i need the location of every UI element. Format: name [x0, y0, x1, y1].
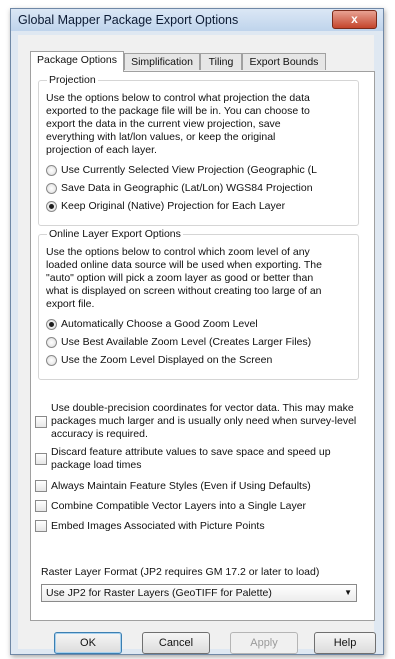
dialog-client-area: Package Options Simplification Tiling Ex…	[18, 35, 376, 654]
projection-desc-line: everything with lat/lon values, or keep …	[46, 131, 276, 143]
projection-desc-line: exported to the package file will be in.…	[46, 105, 310, 117]
projection-description: Use the options below to control what pr…	[46, 92, 358, 157]
projection-desc-line: Use the options below to control what pr…	[46, 92, 310, 104]
radio-auto-zoom[interactable]: Automatically Choose a Good Zoom Level	[46, 318, 258, 330]
checkbox-combine-layers[interactable]: Combine Compatible Vector Layers into a …	[35, 500, 357, 513]
title-bar[interactable]: Global Mapper Package Export Options x	[11, 9, 383, 31]
checkbox-label: Always Maintain Feature Styles (Even if …	[51, 480, 311, 492]
online-desc-line: loaded online data source will be used w…	[46, 259, 322, 271]
checkbox-label: Combine Compatible Vector Layers into a …	[51, 500, 307, 512]
ok-button[interactable]: OK	[54, 632, 122, 654]
projection-desc-line: export the data in the current view proj…	[46, 118, 281, 130]
radio-screen-zoom[interactable]: Use the Zoom Level Displayed on the Scre…	[46, 354, 272, 366]
radio-native-projection[interactable]: Keep Original (Native) Projection for Ea…	[46, 200, 285, 212]
checkbox[interactable]	[35, 520, 47, 532]
close-icon: x	[351, 12, 358, 26]
checkbox[interactable]	[35, 453, 47, 465]
tab-package-options[interactable]: Package Options	[30, 51, 124, 72]
package-options-panel: Projection Use the options below to cont…	[30, 71, 375, 621]
radio-button[interactable]	[46, 183, 57, 194]
checkbox-discard-attributes[interactable]: Discard feature attribute values to save…	[35, 446, 357, 472]
radio-button[interactable]	[46, 201, 57, 212]
radio-best-zoom[interactable]: Use Best Available Zoom Level (Creates L…	[46, 336, 311, 348]
projection-desc-line: projection of each layer.	[46, 144, 157, 156]
online-desc-line: "auto" option will pick a zoom layer as …	[46, 272, 314, 284]
raster-format-label: Raster Layer Format (JP2 requires GM 17.…	[41, 566, 320, 578]
cancel-button[interactable]: Cancel	[142, 632, 210, 654]
radio-button[interactable]	[46, 337, 57, 348]
online-description: Use the options below to control which z…	[46, 246, 358, 311]
online-layer-legend: Online Layer Export Options	[49, 228, 181, 240]
raster-format-select[interactable]: Use JP2 for Raster Layers (GeoTIFF for P…	[41, 584, 357, 602]
tab-simplification[interactable]: Simplification	[124, 53, 200, 70]
checkbox-double-precision[interactable]: Use double-precision coordinates for vec…	[35, 402, 357, 441]
apply-button[interactable]: Apply	[230, 632, 298, 654]
radio-view-projection[interactable]: Use Currently Selected View Projection (…	[46, 164, 317, 176]
close-button[interactable]: x	[332, 10, 377, 29]
online-desc-line: Use the options below to control which z…	[46, 246, 310, 258]
help-button[interactable]: Help	[314, 632, 376, 654]
radio-label: Use the Zoom Level Displayed on the Scre…	[61, 354, 273, 366]
radio-label: Automatically Choose a Good Zoom Level	[61, 318, 258, 330]
checkbox[interactable]	[35, 416, 47, 428]
checkbox-label: Embed Images Associated with Picture Poi…	[51, 520, 265, 532]
dialog-window: Global Mapper Package Export Options x P…	[10, 8, 384, 655]
online-desc-line: what is displayed on screen without crea…	[46, 285, 322, 297]
checkbox-embed-images[interactable]: Embed Images Associated with Picture Poi…	[35, 520, 357, 533]
checkbox[interactable]	[35, 480, 47, 492]
chevron-down-icon[interactable]: ▼	[344, 588, 352, 597]
online-desc-line: export file.	[46, 298, 95, 310]
radio-label: Use Currently Selected View Projection (…	[61, 164, 318, 176]
tab-tiling[interactable]: Tiling	[200, 53, 242, 70]
radio-button[interactable]	[46, 355, 57, 366]
raster-format-value: Use JP2 for Raster Layers (GeoTIFF for P…	[46, 587, 272, 599]
window-title: Global Mapper Package Export Options	[18, 13, 239, 27]
checkbox[interactable]	[35, 500, 47, 512]
radio-label: Keep Original (Native) Projection for Ea…	[61, 200, 286, 212]
radio-button[interactable]	[46, 165, 57, 176]
checkbox-label: Discard feature attribute values to save…	[51, 446, 331, 471]
checkbox-label: Use double-precision coordinates for vec…	[51, 402, 357, 440]
radio-label: Use Best Available Zoom Level (Creates L…	[61, 336, 312, 348]
radio-label: Save Data in Geographic (Lat/Lon) WGS84 …	[61, 182, 313, 194]
tab-export-bounds[interactable]: Export Bounds	[242, 53, 326, 70]
projection-legend: Projection	[49, 74, 96, 86]
radio-geographic-wgs84[interactable]: Save Data in Geographic (Lat/Lon) WGS84 …	[46, 182, 313, 194]
checkbox-maintain-styles[interactable]: Always Maintain Feature Styles (Even if …	[35, 480, 357, 493]
radio-button[interactable]	[46, 319, 57, 330]
